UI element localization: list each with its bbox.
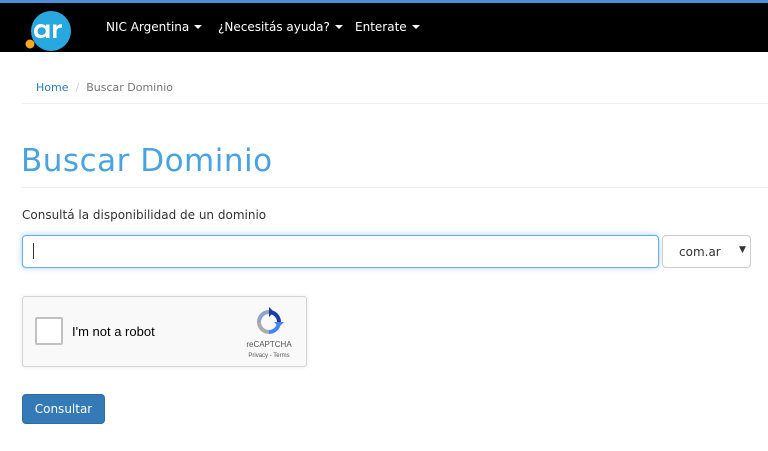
divider — [22, 103, 768, 104]
select-arrow-icon: ▼ — [739, 245, 746, 255]
recaptcha-icon — [257, 307, 284, 334]
page-title: Buscar Dominio — [21, 143, 273, 179]
divider — [22, 187, 768, 188]
breadcrumb-separator: / — [75, 81, 80, 94]
tld-select[interactable]: com.ar ▼ — [662, 235, 751, 268]
text-cursor — [33, 243, 34, 259]
navbar: NIC Argentina ¿Necesitás ayuda? Enterate — [0, 3, 768, 52]
nav-item-necesitas-ayuda[interactable]: ¿Necesitás ayuda? — [218, 20, 343, 34]
recaptcha-brand: reCAPTCHA — [246, 340, 292, 349]
recaptcha-checkbox[interactable] — [35, 317, 63, 345]
nav-item-label: ¿Necesitás ayuda? — [218, 20, 330, 34]
breadcrumb-current: Buscar Dominio — [86, 81, 173, 94]
tld-selected-value: com.ar — [679, 245, 721, 259]
caret-down-icon — [411, 25, 420, 29]
caret-down-icon — [194, 25, 203, 29]
domain-field-label: Consultá la disponibilidad de un dominio — [22, 208, 267, 222]
nav-item-label: Enterate — [355, 20, 407, 34]
nav-item-nic-argentina[interactable]: NIC Argentina — [106, 20, 203, 34]
recaptcha-privacy-terms-link[interactable]: Privacy - Terms — [238, 353, 300, 359]
nic-ar-logo[interactable] — [22, 11, 76, 51]
breadcrumb-home-link[interactable]: Home — [36, 81, 68, 94]
nav-item-enterate[interactable]: Enterate — [355, 20, 420, 34]
nav-item-label: NIC Argentina — [106, 20, 190, 34]
breadcrumb: Home / Buscar Dominio — [36, 81, 173, 94]
consultar-button[interactable]: Consultar — [22, 394, 105, 424]
recaptcha-widget: I'm not a robot reCAPTCHA Privacy - Term… — [22, 296, 307, 367]
recaptcha-label: I'm not a robot — [72, 324, 155, 339]
caret-down-icon — [334, 25, 343, 29]
domain-search-input[interactable] — [22, 235, 659, 268]
